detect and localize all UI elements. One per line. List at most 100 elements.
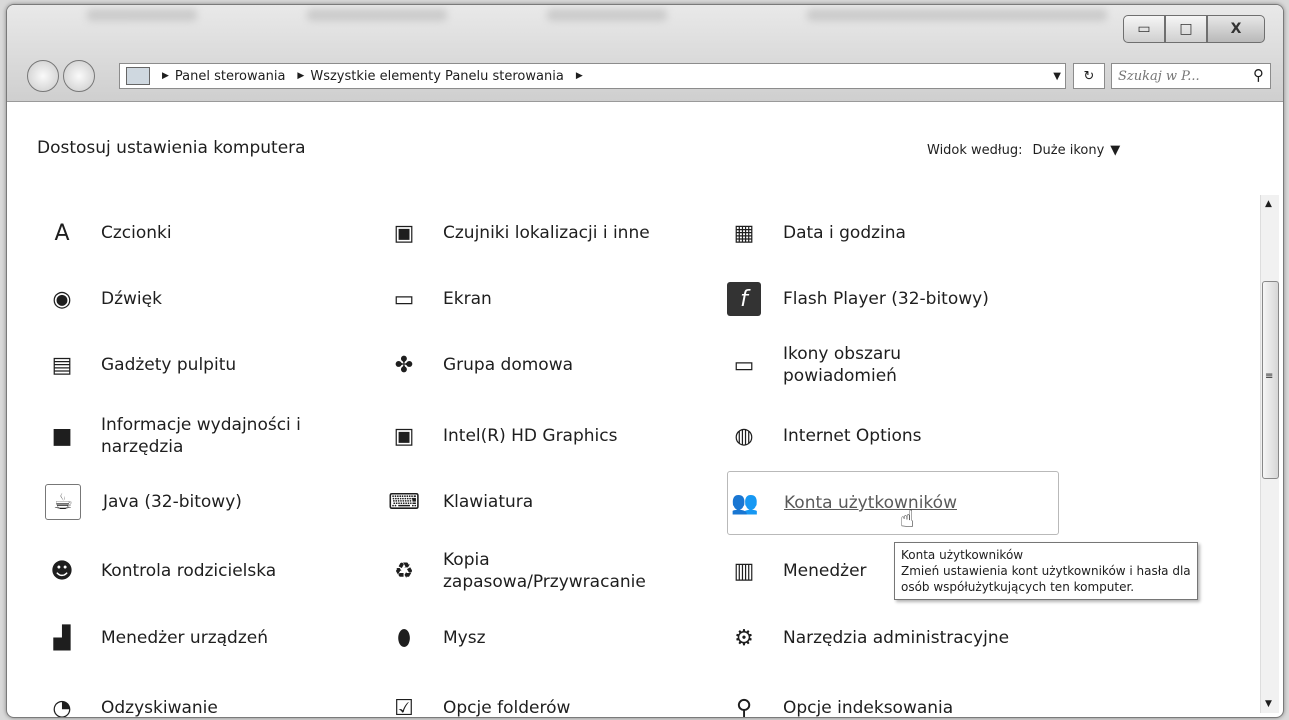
item-performance[interactable]: ■ Informacje wydajności i narzędzia — [45, 405, 365, 467]
item-sound[interactable]: ◉ Dźwięk — [45, 268, 365, 330]
tooltip-title: Konta użytkowników — [901, 548, 1024, 562]
item-keyboard[interactable]: ⌨ Klawiatura — [387, 471, 707, 533]
admin-tools-icon: ⚙ — [734, 625, 754, 651]
search-icon[interactable]: ⚲ — [1253, 66, 1264, 84]
java-icon: ☕ — [45, 484, 81, 520]
item-label: Mysz — [443, 628, 486, 648]
hand-cursor-icon: ☝ — [900, 505, 915, 533]
monitor-icon: ▭ — [393, 286, 415, 312]
item-display[interactable]: ▭ Ekran — [387, 268, 707, 330]
parental-controls-icon: ☻ — [50, 558, 74, 584]
item-desktop-gadgets[interactable]: ▤ Gadżety pulpitu — [45, 334, 365, 396]
breadcrumb-arrow-icon[interactable]: ▶ — [297, 71, 304, 81]
mouse-icon: ⬮ — [397, 625, 411, 651]
address-dropdown-icon[interactable]: ▼ — [1053, 71, 1061, 82]
view-label: Widok według: — [927, 143, 1023, 158]
item-homegroup[interactable]: ✤ Grupa domowa — [387, 334, 707, 396]
page-title: Dostosuj ustawienia komputera — [37, 138, 306, 158]
vertical-scrollbar[interactable]: ▲ ≡ ▼ — [1260, 195, 1279, 713]
internet-options-icon: ◍ — [734, 423, 754, 449]
close-button[interactable]: X — [1207, 15, 1265, 43]
item-label: Opcje indeksowania — [783, 698, 954, 717]
view-value: Duże ikony — [1032, 143, 1105, 158]
control-panel-window: ▭ □ X ▶ Panel sterowania ▶ Wszystkie ele… — [6, 4, 1284, 718]
refresh-icon: ↻ — [1083, 68, 1095, 84]
performance-icon: ■ — [51, 423, 73, 449]
item-flash-player[interactable]: f Flash Player (32-bitowy) — [727, 268, 1087, 330]
font-icon: A — [54, 220, 70, 246]
scroll-grip-icon: ≡ — [1265, 371, 1274, 382]
item-label: Czcionki — [101, 223, 172, 243]
search-input[interactable] — [1112, 67, 1240, 85]
tooltip-text: Zmień ustawienia kont użytkowników i has… — [901, 564, 1191, 594]
caption-buttons: ▭ □ X — [1123, 15, 1265, 43]
item-label: Odzyskiwanie — [101, 698, 218, 717]
backup-icon: ♻ — [394, 558, 414, 584]
item-folder-options[interactable]: ☑ Opcje folderów — [387, 677, 707, 718]
item-label: Czujniki lokalizacji i inne — [443, 223, 650, 243]
item-java[interactable]: ☕ Java (32-bitowy) — [45, 471, 365, 533]
item-parental-controls[interactable]: ☻ Kontrola rodzicielska — [45, 540, 365, 602]
flash-icon: f — [727, 282, 761, 316]
item-label: Internet Options — [783, 426, 922, 446]
item-mouse[interactable]: ⬮ Mysz — [387, 607, 707, 669]
address-bar[interactable]: ▶ Panel sterowania ▶ Wszystkie elementy … — [119, 63, 1066, 89]
breadcrumb-control-panel[interactable]: Panel sterowania — [175, 69, 286, 84]
breadcrumb-all-items[interactable]: Wszystkie elementy Panelu sterowania — [310, 69, 563, 84]
scroll-up-icon[interactable]: ▲ — [1265, 199, 1272, 209]
notification-icons-icon: ▭ — [733, 352, 755, 378]
folder-options-icon: ☑ — [394, 695, 414, 718]
item-label: Gadżety pulpitu — [101, 355, 237, 375]
credential-manager-icon: ▥ — [733, 558, 755, 584]
device-manager-icon: ▟ — [53, 625, 71, 651]
back-button[interactable] — [27, 60, 59, 92]
item-label: Data i godzina — [783, 223, 906, 243]
breadcrumb-arrow-icon[interactable]: ▶ — [162, 71, 169, 81]
search-box[interactable]: ⚲ — [1111, 63, 1271, 89]
item-internet-options[interactable]: ◍ Internet Options — [727, 405, 1087, 467]
chevron-down-icon: ▼ — [1110, 143, 1121, 158]
item-fonts[interactable]: A Czcionki — [45, 202, 365, 264]
item-user-accounts[interactable]: 👥 Konta użytkowników — [727, 471, 1059, 535]
item-label: Kontrola rodzicielska — [101, 561, 277, 581]
scroll-down-icon[interactable]: ▼ — [1265, 699, 1272, 709]
item-label: Informacje wydajności i narzędzia — [101, 415, 301, 457]
items-grid: A Czcionki ▣ Czujniki lokalizacji i inne… — [7, 195, 1257, 717]
item-backup-restore[interactable]: ♻ Kopia zapasowa/Przywracanie — [387, 540, 707, 602]
title-bar: ▭ □ X ▶ Panel sterowania ▶ Wszystkie ele… — [7, 5, 1283, 102]
item-recovery[interactable]: ◔ Odzyskiwanie — [45, 677, 365, 718]
intel-graphics-icon: ▣ — [393, 423, 415, 449]
item-label: Menedżer — [783, 561, 867, 581]
item-device-manager[interactable]: ▟ Menedżer urządzeń — [45, 607, 365, 669]
item-label: Klawiatura — [443, 492, 534, 512]
item-label: Ekran — [443, 289, 492, 309]
item-label: Narzędzia administracyjne — [783, 628, 1010, 648]
breadcrumb-arrow-icon[interactable]: ▶ — [576, 71, 583, 81]
item-location-sensors[interactable]: ▣ Czujniki lokalizacji i inne — [387, 202, 707, 264]
recovery-icon: ◔ — [52, 695, 72, 718]
item-label: Opcje folderów — [443, 698, 571, 717]
forward-button[interactable] — [63, 60, 95, 92]
sensor-icon: ▣ — [393, 220, 415, 246]
item-label: Konta użytkowników — [784, 493, 957, 513]
minimize-button[interactable]: ▭ — [1123, 15, 1165, 43]
refresh-button[interactable]: ↻ — [1073, 63, 1105, 89]
user-accounts-icon: 👥 — [731, 490, 759, 516]
item-label: Menedżer urządzeń — [101, 628, 268, 648]
item-date-time[interactable]: ▦ Data i godzina — [727, 202, 1087, 264]
item-label: Kopia zapasowa/Przywracanie — [443, 550, 646, 592]
item-intel-hd-graphics[interactable]: ▣ Intel(R) HD Graphics — [387, 405, 707, 467]
keyboard-icon: ⌨ — [388, 489, 420, 515]
item-notification-icons[interactable]: ▭ Ikony obszaru powiadomień — [727, 334, 1087, 396]
indexing-icon: ⚲ — [735, 695, 753, 718]
speaker-icon: ◉ — [52, 286, 72, 312]
item-admin-tools[interactable]: ⚙ Narzędzia administracyjne — [727, 607, 1087, 669]
gadgets-icon: ▤ — [51, 352, 73, 378]
item-indexing-options[interactable]: ⚲ Opcje indeksowania — [727, 677, 1087, 718]
control-panel-icon — [126, 67, 150, 85]
maximize-button[interactable]: □ — [1165, 15, 1207, 43]
view-dropdown[interactable]: Duże ikony ▼ — [1033, 143, 1121, 158]
item-label: Flash Player (32-bitowy) — [783, 289, 989, 309]
item-label: Dźwięk — [101, 289, 162, 309]
homegroup-icon: ✤ — [394, 352, 414, 378]
